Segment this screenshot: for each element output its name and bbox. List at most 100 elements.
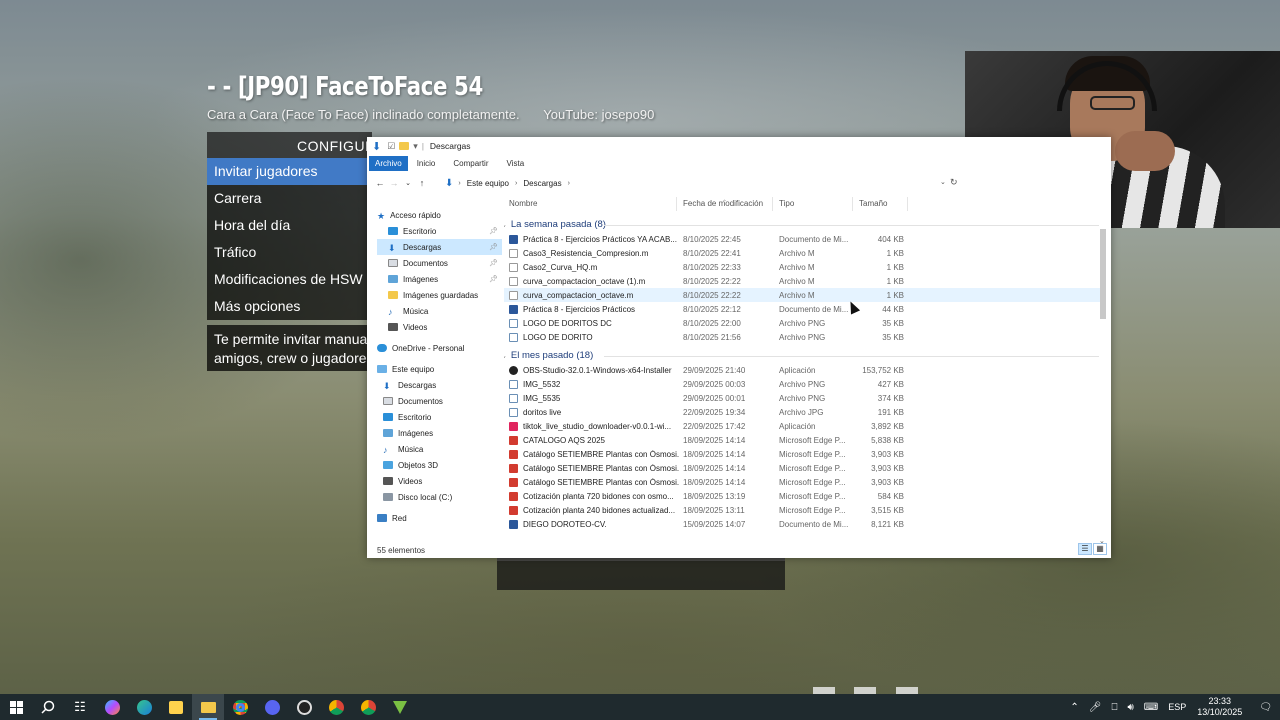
new-folder-icon[interactable] (399, 142, 410, 150)
volume-icon[interactable]: 🔊︎ (1127, 702, 1133, 713)
recent-locations-icon[interactable]: ⌄ (401, 179, 415, 187)
breadcrumb-chevron-icon[interactable]: › (458, 180, 460, 187)
nav-pc-descargas[interactable]: ⬇ Descargas (377, 377, 502, 393)
game-menu-time-of-day[interactable]: Hora del día (207, 212, 372, 239)
refresh-icon[interactable]: ↻ (950, 177, 958, 188)
microphone-icon[interactable]: 🎤︎ (1089, 702, 1102, 713)
file-row[interactable]: Catálogo SETIEMBRE Plantas con Ósmosi...… (504, 447, 1104, 461)
file-row[interactable]: Cotización planta 240 bidones actualizad… (504, 503, 1104, 517)
file-row[interactable]: curva_compactacion_octave (1).m 8/10/2025… (504, 274, 1104, 288)
tab-archivo[interactable]: Archivo (369, 155, 408, 171)
column-divider[interactable] (907, 197, 908, 211)
chevron-up-icon[interactable]: ⌃ (1070, 702, 1078, 713)
tab-compartir[interactable]: Compartir (444, 156, 497, 171)
edge-icon[interactable] (128, 694, 160, 720)
nav-pc-objetos-3d[interactable]: Objetos 3D (377, 457, 502, 473)
column-divider[interactable] (676, 197, 677, 211)
column-divider[interactable] (852, 197, 853, 211)
obs-icon[interactable] (288, 694, 320, 720)
nav-quick-imagenes-guardadas[interactable]: Imágenes guardadas (377, 287, 502, 303)
nav-pc-documentos[interactable]: Documentos (377, 393, 502, 409)
file-row[interactable]: Práctica 8 - Ejercicios Prácticos 8/10/20… (504, 302, 1104, 316)
file-row[interactable]: Catálogo SETIEMBRE Plantas con Ósmosi...… (504, 475, 1104, 489)
store-icon[interactable] (160, 694, 192, 720)
file-row[interactable]: CATALOGO AQS 2025 18/09/2025 14:14 Microso… (504, 433, 1104, 447)
vertical-scrollbar[interactable]: ⌄ (1098, 227, 1108, 545)
nav-pc-musica[interactable]: ♪ Música (377, 441, 502, 457)
nav-quick-imagenes[interactable]: Imágenes 📌︎ (377, 271, 502, 287)
file-row[interactable]: LOGO DE DORITO 8/10/2025 21:56 Archivo PNG… (504, 330, 1104, 344)
nav-quick-access[interactable]: ★ Acceso rápido (377, 207, 502, 223)
file-row[interactable]: DIEGO DOROTEO-CV. 15/09/2025 14:07 Documen… (504, 517, 1104, 531)
breadcrumb-chevron-icon[interactable]: › (515, 180, 517, 187)
quick-access-dropdown-icon[interactable]: ▾ (413, 141, 418, 152)
file-row[interactable]: IMG_5535 29/09/2025 00:01 Archivo PNG 374 K… (504, 391, 1104, 405)
breadcrumb-chevron-icon[interactable]: › (568, 180, 570, 187)
clock[interactable]: 23:33 13/10/2025 (1197, 696, 1242, 718)
game-menu-hsw-mods[interactable]: Modificaciones de HSW (207, 266, 372, 293)
column-header-type[interactable]: Tipo (779, 199, 794, 208)
keyboard-icon[interactable]: ⌨ (1144, 702, 1158, 713)
nav-pc-escritorio[interactable]: Escritorio (377, 409, 502, 425)
collapse-chevron-icon[interactable]: ⌄ (504, 221, 507, 229)
tab-vista[interactable]: Vista (498, 156, 534, 171)
nav-pc-videos[interactable]: Videos (377, 473, 502, 489)
game-menu-race[interactable]: Carrera (207, 185, 372, 212)
back-arrow-icon[interactable]: ← (373, 178, 387, 188)
notifications-icon[interactable]: 🗨︎ (1259, 702, 1272, 713)
chrome-icon[interactable] (352, 694, 384, 720)
breadcrumb-this-pc[interactable]: Este equipo (467, 179, 509, 188)
group-header[interactable]: ⌄La semana pasada (8) (504, 217, 1104, 232)
group-header[interactable]: ⌄El mes pasado (18) (504, 348, 1104, 363)
chrome-icon[interactable] (224, 694, 256, 720)
nav-pc-imagenes[interactable]: Imágenes (377, 425, 502, 441)
file-row[interactable]: doritos live 22/09/2025 19:34 Archivo JPG 1… (504, 405, 1104, 419)
up-arrow-icon[interactable]: ↑ (415, 178, 429, 188)
details-view-icon[interactable]: ☰ (1078, 543, 1092, 555)
file-row[interactable]: LOGO DE DORITOS DC 8/10/2025 22:00 Archivo… (504, 316, 1104, 330)
file-row[interactable]: Caso2_Curva_HQ.m 8/10/2025 22:33 Archivo M… (504, 260, 1104, 274)
explorer-titlebar[interactable]: ⬇ ☑ ▾ | Descargas (367, 137, 1111, 155)
discord-icon[interactable] (256, 694, 288, 720)
game-menu-invite-players[interactable]: Invitar jugadores (207, 158, 372, 185)
address-dropdown-icon[interactable]: ⌄ (940, 178, 946, 186)
address-bar[interactable]: ⬇ › Este equipo › Descargas › (441, 176, 949, 190)
copilot-icon[interactable] (96, 694, 128, 720)
column-divider[interactable] (772, 197, 773, 211)
windows-start-icon[interactable] (0, 694, 32, 720)
file-row[interactable]: Práctica 8 - Ejercicios Prácticos YA ACA… (504, 232, 1104, 246)
file-row[interactable]: tiktok_live_studio_downloader-v0.0.1-wi.… (504, 419, 1104, 433)
task-view-icon[interactable]: ☷ (64, 694, 96, 720)
network-tray-icon[interactable]: ⎕ (1111, 702, 1117, 713)
tab-inicio[interactable]: Inicio (408, 156, 445, 171)
nav-onedrive[interactable]: OneDrive - Personal (377, 340, 502, 356)
column-header-size[interactable]: Tamaño (859, 199, 887, 208)
nav-network[interactable]: Red (377, 510, 502, 526)
large-icons-view-icon[interactable]: ▦ (1093, 543, 1107, 555)
search-icon[interactable] (32, 694, 64, 720)
nav-quick-documentos[interactable]: Documentos 📌︎ (377, 255, 502, 271)
game-menu-traffic[interactable]: Tráfico (207, 239, 372, 266)
language-indicator[interactable]: ESP (1168, 702, 1186, 712)
column-header-date[interactable]: Fecha de modificación (683, 199, 763, 208)
nav-pc-local-disk[interactable]: Disco local (C:) (377, 489, 502, 505)
nav-quick-escritorio[interactable]: Escritorio 📌︎ (377, 223, 502, 239)
breadcrumb-downloads[interactable]: Descargas (523, 179, 561, 188)
nav-quick-descargas[interactable]: ⬇ Descargas 📌︎ (377, 239, 502, 255)
nav-quick-musica[interactable]: ♪ Música (377, 303, 502, 319)
chrome-icon[interactable] (320, 694, 352, 720)
file-row[interactable]: Cotización planta 720 bidones con osmo..… (504, 489, 1104, 503)
collapse-chevron-icon[interactable]: ⌄ (504, 352, 507, 360)
file-row[interactable]: Catálogo SETIEMBRE Plantas con Ósmosi...… (504, 461, 1104, 475)
scrollbar-thumb[interactable] (1100, 229, 1106, 319)
game-menu-more-options[interactable]: Más opciones (207, 293, 372, 320)
file-row[interactable]: curva_compactacion_octave.m 8/10/2025 22:… (504, 288, 1104, 302)
forward-arrow-icon[interactable]: → (387, 178, 401, 188)
file-row[interactable]: Caso3_Resistencia_Compresion.m 8/10/2025 … (504, 246, 1104, 260)
file-explorer-icon[interactable] (192, 694, 224, 720)
properties-checkbox-icon[interactable]: ☑ (387, 141, 395, 152)
column-header-name[interactable]: Nombre (509, 199, 537, 208)
nav-this-pc[interactable]: Este equipo (377, 361, 502, 377)
file-row[interactable]: OBS-Studio-32.0.1-Windows-x64-Installer 2… (504, 363, 1104, 377)
file-row[interactable]: IMG_5532 29/09/2025 00:03 Archivo PNG 427 K… (504, 377, 1104, 391)
